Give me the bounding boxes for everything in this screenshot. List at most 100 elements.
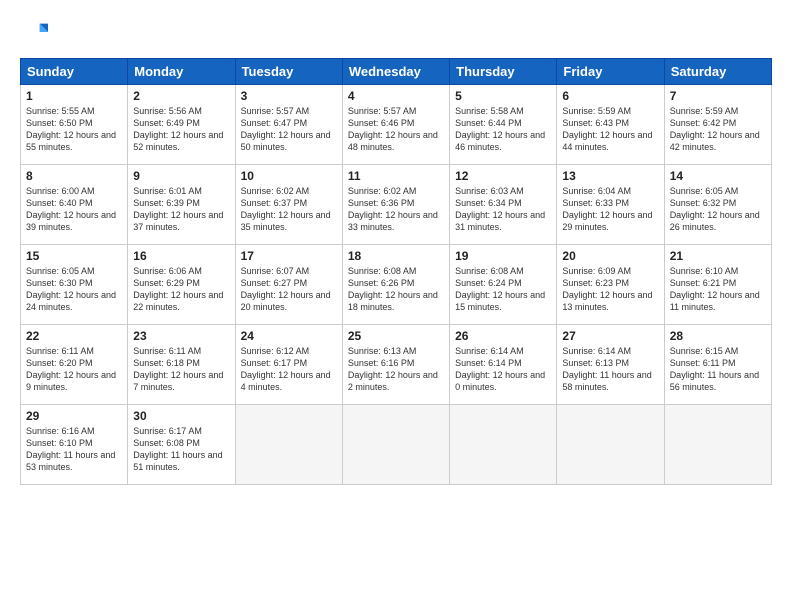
calendar-cell: 11 Sunrise: 6:02 AMSunset: 6:36 PMDaylig… xyxy=(342,165,449,245)
logo xyxy=(20,18,52,46)
cell-info: Sunrise: 6:11 AMSunset: 6:18 PMDaylight:… xyxy=(133,345,229,394)
calendar-cell: 6 Sunrise: 5:59 AMSunset: 6:43 PMDayligh… xyxy=(557,85,664,165)
day-number: 13 xyxy=(562,169,658,183)
calendar-cell: 30 Sunrise: 6:17 AMSunset: 6:08 PMDaylig… xyxy=(128,405,235,485)
calendar: Sunday Monday Tuesday Wednesday Thursday… xyxy=(20,58,772,485)
cell-info: Sunrise: 5:59 AMSunset: 6:42 PMDaylight:… xyxy=(670,105,766,154)
col-wednesday: Wednesday xyxy=(342,59,449,85)
day-number: 6 xyxy=(562,89,658,103)
cell-info: Sunrise: 5:55 AMSunset: 6:50 PMDaylight:… xyxy=(26,105,122,154)
day-number: 16 xyxy=(133,249,229,263)
day-number: 15 xyxy=(26,249,122,263)
calendar-cell: 29 Sunrise: 6:16 AMSunset: 6:10 PMDaylig… xyxy=(21,405,128,485)
cell-info: Sunrise: 6:01 AMSunset: 6:39 PMDaylight:… xyxy=(133,185,229,234)
cell-info: Sunrise: 6:14 AMSunset: 6:13 PMDaylight:… xyxy=(562,345,658,394)
cell-info: Sunrise: 6:17 AMSunset: 6:08 PMDaylight:… xyxy=(133,425,229,474)
day-number: 1 xyxy=(26,89,122,103)
calendar-week-row: 29 Sunrise: 6:16 AMSunset: 6:10 PMDaylig… xyxy=(21,405,772,485)
day-number: 30 xyxy=(133,409,229,423)
calendar-cell: 3 Sunrise: 5:57 AMSunset: 6:47 PMDayligh… xyxy=(235,85,342,165)
day-number: 12 xyxy=(455,169,551,183)
day-number: 2 xyxy=(133,89,229,103)
calendar-week-row: 1 Sunrise: 5:55 AMSunset: 6:50 PMDayligh… xyxy=(21,85,772,165)
calendar-cell: 12 Sunrise: 6:03 AMSunset: 6:34 PMDaylig… xyxy=(450,165,557,245)
calendar-cell: 15 Sunrise: 6:05 AMSunset: 6:30 PMDaylig… xyxy=(21,245,128,325)
day-number: 4 xyxy=(348,89,444,103)
calendar-cell: 4 Sunrise: 5:57 AMSunset: 6:46 PMDayligh… xyxy=(342,85,449,165)
calendar-cell: 22 Sunrise: 6:11 AMSunset: 6:20 PMDaylig… xyxy=(21,325,128,405)
calendar-cell: 9 Sunrise: 6:01 AMSunset: 6:39 PMDayligh… xyxy=(128,165,235,245)
calendar-cell: 27 Sunrise: 6:14 AMSunset: 6:13 PMDaylig… xyxy=(557,325,664,405)
cell-info: Sunrise: 5:56 AMSunset: 6:49 PMDaylight:… xyxy=(133,105,229,154)
calendar-cell xyxy=(235,405,342,485)
cell-info: Sunrise: 6:14 AMSunset: 6:14 PMDaylight:… xyxy=(455,345,551,394)
cell-info: Sunrise: 6:02 AMSunset: 6:37 PMDaylight:… xyxy=(241,185,337,234)
calendar-cell xyxy=(450,405,557,485)
cell-info: Sunrise: 6:10 AMSunset: 6:21 PMDaylight:… xyxy=(670,265,766,314)
calendar-cell: 2 Sunrise: 5:56 AMSunset: 6:49 PMDayligh… xyxy=(128,85,235,165)
col-thursday: Thursday xyxy=(450,59,557,85)
calendar-cell: 8 Sunrise: 6:00 AMSunset: 6:40 PMDayligh… xyxy=(21,165,128,245)
day-number: 14 xyxy=(670,169,766,183)
col-saturday: Saturday xyxy=(664,59,771,85)
day-number: 3 xyxy=(241,89,337,103)
day-number: 28 xyxy=(670,329,766,343)
cell-info: Sunrise: 6:04 AMSunset: 6:33 PMDaylight:… xyxy=(562,185,658,234)
calendar-cell: 1 Sunrise: 5:55 AMSunset: 6:50 PMDayligh… xyxy=(21,85,128,165)
calendar-cell: 25 Sunrise: 6:13 AMSunset: 6:16 PMDaylig… xyxy=(342,325,449,405)
day-number: 25 xyxy=(348,329,444,343)
logo-icon xyxy=(20,18,48,46)
cell-info: Sunrise: 6:05 AMSunset: 6:32 PMDaylight:… xyxy=(670,185,766,234)
day-number: 29 xyxy=(26,409,122,423)
cell-info: Sunrise: 6:16 AMSunset: 6:10 PMDaylight:… xyxy=(26,425,122,474)
day-number: 22 xyxy=(26,329,122,343)
header xyxy=(20,18,772,46)
calendar-cell: 16 Sunrise: 6:06 AMSunset: 6:29 PMDaylig… xyxy=(128,245,235,325)
cell-info: Sunrise: 6:09 AMSunset: 6:23 PMDaylight:… xyxy=(562,265,658,314)
day-number: 23 xyxy=(133,329,229,343)
day-number: 7 xyxy=(670,89,766,103)
calendar-cell xyxy=(664,405,771,485)
calendar-week-row: 8 Sunrise: 6:00 AMSunset: 6:40 PMDayligh… xyxy=(21,165,772,245)
day-number: 24 xyxy=(241,329,337,343)
cell-info: Sunrise: 5:59 AMSunset: 6:43 PMDaylight:… xyxy=(562,105,658,154)
day-number: 17 xyxy=(241,249,337,263)
day-number: 19 xyxy=(455,249,551,263)
calendar-week-row: 22 Sunrise: 6:11 AMSunset: 6:20 PMDaylig… xyxy=(21,325,772,405)
calendar-body: 1 Sunrise: 5:55 AMSunset: 6:50 PMDayligh… xyxy=(21,85,772,485)
cell-info: Sunrise: 6:08 AMSunset: 6:26 PMDaylight:… xyxy=(348,265,444,314)
calendar-cell: 24 Sunrise: 6:12 AMSunset: 6:17 PMDaylig… xyxy=(235,325,342,405)
cell-info: Sunrise: 5:58 AMSunset: 6:44 PMDaylight:… xyxy=(455,105,551,154)
cell-info: Sunrise: 5:57 AMSunset: 6:46 PMDaylight:… xyxy=(348,105,444,154)
day-number: 26 xyxy=(455,329,551,343)
cell-info: Sunrise: 6:02 AMSunset: 6:36 PMDaylight:… xyxy=(348,185,444,234)
calendar-header-row: Sunday Monday Tuesday Wednesday Thursday… xyxy=(21,59,772,85)
day-number: 8 xyxy=(26,169,122,183)
day-number: 11 xyxy=(348,169,444,183)
col-tuesday: Tuesday xyxy=(235,59,342,85)
calendar-cell: 10 Sunrise: 6:02 AMSunset: 6:37 PMDaylig… xyxy=(235,165,342,245)
calendar-cell: 17 Sunrise: 6:07 AMSunset: 6:27 PMDaylig… xyxy=(235,245,342,325)
cell-info: Sunrise: 6:07 AMSunset: 6:27 PMDaylight:… xyxy=(241,265,337,314)
calendar-cell xyxy=(557,405,664,485)
calendar-cell: 7 Sunrise: 5:59 AMSunset: 6:42 PMDayligh… xyxy=(664,85,771,165)
col-monday: Monday xyxy=(128,59,235,85)
col-friday: Friday xyxy=(557,59,664,85)
cell-info: Sunrise: 6:08 AMSunset: 6:24 PMDaylight:… xyxy=(455,265,551,314)
calendar-cell xyxy=(342,405,449,485)
calendar-cell: 21 Sunrise: 6:10 AMSunset: 6:21 PMDaylig… xyxy=(664,245,771,325)
day-number: 10 xyxy=(241,169,337,183)
cell-info: Sunrise: 6:12 AMSunset: 6:17 PMDaylight:… xyxy=(241,345,337,394)
calendar-cell: 26 Sunrise: 6:14 AMSunset: 6:14 PMDaylig… xyxy=(450,325,557,405)
cell-info: Sunrise: 6:06 AMSunset: 6:29 PMDaylight:… xyxy=(133,265,229,314)
calendar-cell: 23 Sunrise: 6:11 AMSunset: 6:18 PMDaylig… xyxy=(128,325,235,405)
cell-info: Sunrise: 6:15 AMSunset: 6:11 PMDaylight:… xyxy=(670,345,766,394)
cell-info: Sunrise: 5:57 AMSunset: 6:47 PMDaylight:… xyxy=(241,105,337,154)
calendar-cell: 28 Sunrise: 6:15 AMSunset: 6:11 PMDaylig… xyxy=(664,325,771,405)
calendar-week-row: 15 Sunrise: 6:05 AMSunset: 6:30 PMDaylig… xyxy=(21,245,772,325)
cell-info: Sunrise: 6:13 AMSunset: 6:16 PMDaylight:… xyxy=(348,345,444,394)
day-number: 5 xyxy=(455,89,551,103)
calendar-cell: 14 Sunrise: 6:05 AMSunset: 6:32 PMDaylig… xyxy=(664,165,771,245)
cell-info: Sunrise: 6:05 AMSunset: 6:30 PMDaylight:… xyxy=(26,265,122,314)
day-number: 9 xyxy=(133,169,229,183)
